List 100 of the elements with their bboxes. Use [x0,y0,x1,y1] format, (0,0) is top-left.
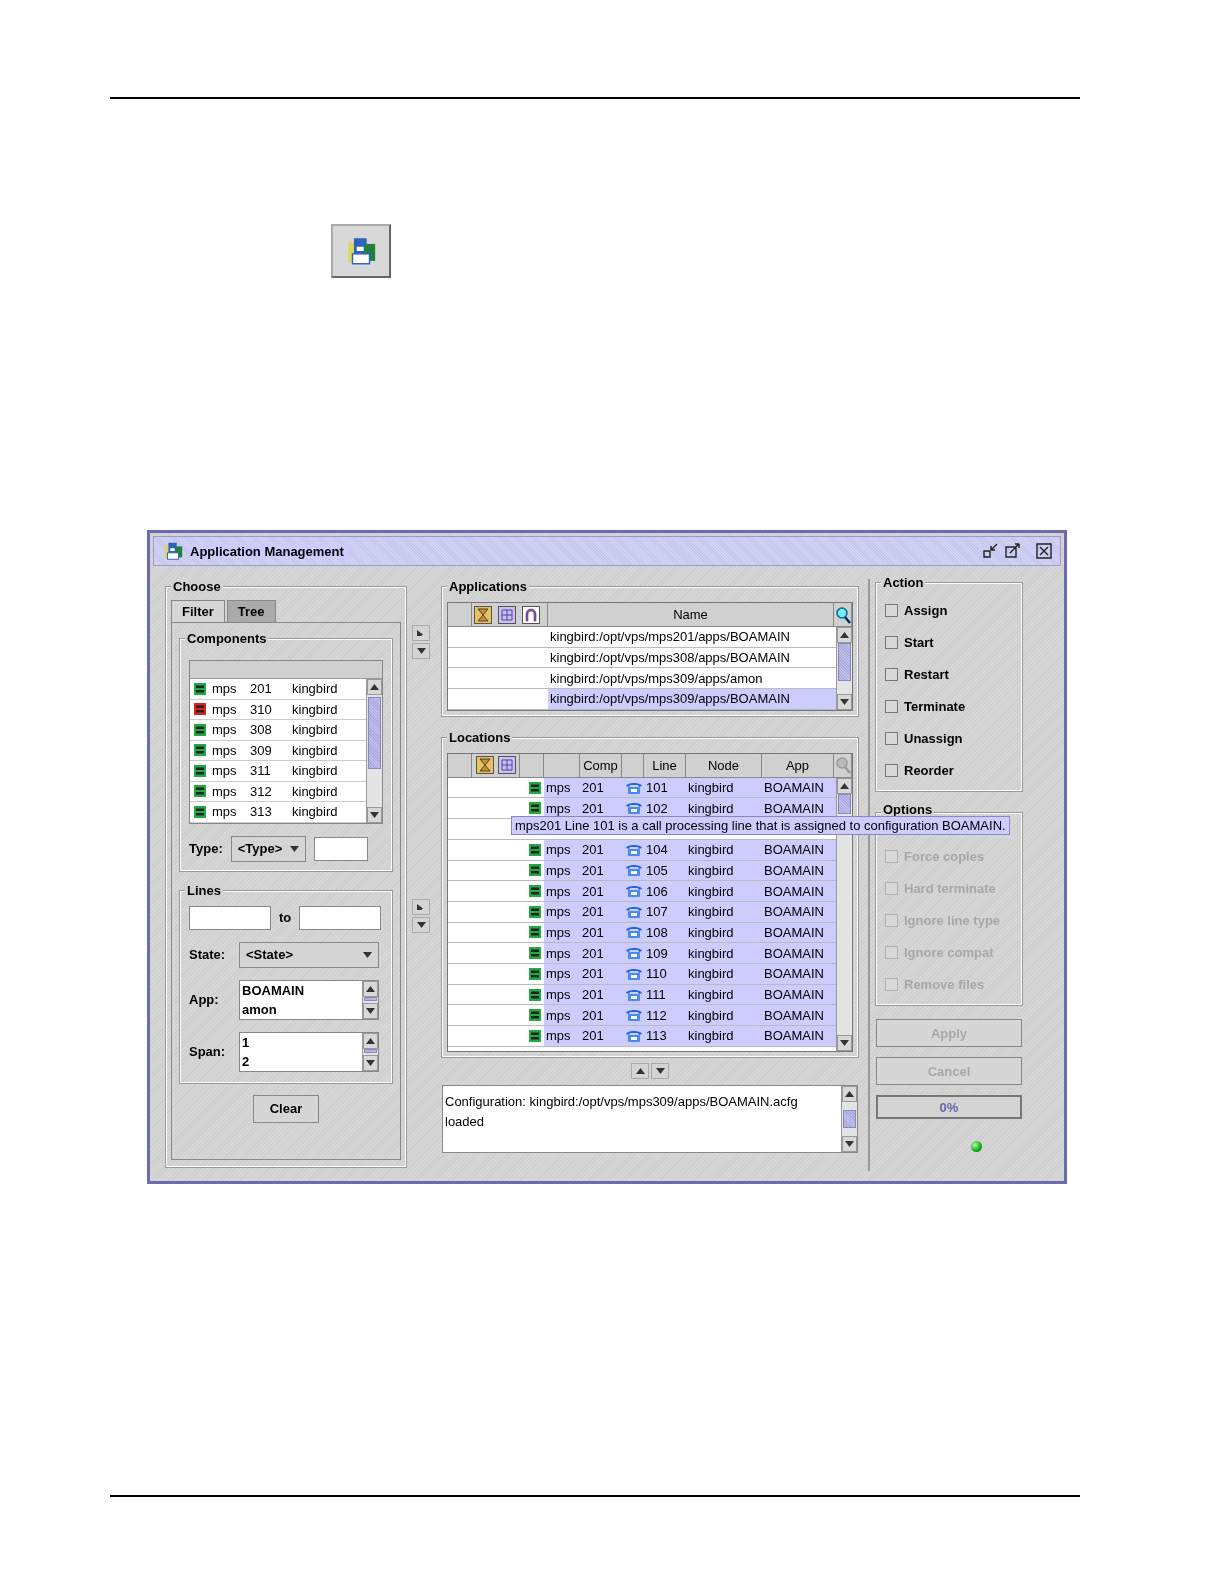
scroll-up-icon [840,782,849,789]
tab[interactable]: Tree [226,600,276,622]
hourglass-icon[interactable] [475,756,494,775]
component-number-text: 311 [250,763,272,779]
search-icon[interactable] [834,605,851,624]
state-dropdown[interactable]: <State> [239,941,379,968]
table-row[interactable]: mps 201 101 kingbird BOAMAIN [448,777,836,799]
grid-icon[interactable] [498,605,516,624]
server-icon [529,1009,541,1022]
server-icon [529,947,541,960]
scroll-up-icon [366,1037,375,1044]
arch-icon[interactable] [522,605,540,624]
list-item[interactable]: 1 [242,1032,362,1052]
table-row[interactable]: kingbird:/opt/vps/mps309/apps/BOAMAIN [448,689,836,710]
caret-icon [416,904,426,910]
table-row[interactable]: mps 201 108 kingbird BOAMAIN [448,922,836,944]
table-row[interactable]: mps 201 104 kingbird BOAMAIN [448,839,836,861]
expand-button[interactable] [412,625,430,641]
collapse-button[interactable] [412,917,430,933]
table-cell: BOAMAIN [762,943,836,963]
scrollbar[interactable] [836,627,852,710]
component-type-text: mps [212,804,238,820]
scrollbar[interactable] [841,1085,857,1152]
type-dropdown[interactable]: <Type> [230,835,307,862]
list-item[interactable]: 2 [242,1051,362,1071]
caret-icon [290,845,300,852]
scroll-thumb[interactable] [364,996,377,1001]
scroll-down-icon [845,1140,854,1147]
table-row[interactable]: kingbird:/opt/vps/mps201/apps/BOAMAIN [448,627,836,648]
component-number-text: 312 [250,783,273,799]
grid-icon[interactable] [497,756,516,775]
table-cell: kingbird [686,777,762,798]
table-cell: 108 [644,922,686,943]
table-cell: 109 [644,943,686,963]
table-row[interactable]: mps 201 112 kingbird BOAMAIN [448,1005,836,1027]
move-up-button[interactable] [631,1062,649,1079]
table-cell: kingbird [686,964,762,984]
table-cell: 110 [644,964,686,984]
table-cell: kingbird [686,839,762,860]
table-row[interactable]: mps 201 109 kingbird BOAMAIN [448,943,836,964]
list-item[interactable]: BOAMAIN [242,980,362,1000]
panel-title: Components [185,631,269,646]
table-cell: BOAMAIN [762,777,836,798]
table-cell: 104 [644,839,686,860]
span-list[interactable]: 1 2 [239,1031,379,1072]
checkbox[interactable]: Terminate [885,690,1013,722]
tab[interactable]: Filter [171,600,225,622]
field-label: App: [189,992,220,1007]
component-number-text: 310 [250,701,273,717]
expand-button[interactable] [412,899,430,915]
maximize-icon[interactable] [1004,543,1020,559]
scrollbar[interactable] [362,1032,378,1071]
components-list[interactable]: mps 201 kingbird mps 310 kingbird mps 308 kingbird mps 309 kingbird mps 311 kingbird mps 312 kingbird mps 313 kingbird [189,660,383,824]
checkbox[interactable]: Assign [885,594,1013,626]
scroll-thumb[interactable] [843,1109,856,1128]
component-type-text: mps [212,742,238,758]
column-header[interactable]: App [762,753,834,777]
table-row[interactable]: mps 201 106 kingbird BOAMAIN [448,881,836,902]
scroll-down-icon [366,1007,375,1014]
caret-icon [363,951,372,958]
table-cell: 101 [644,777,686,798]
phone-icon [625,946,643,961]
scrollbar[interactable] [366,679,382,823]
toolbar-button[interactable] [331,224,391,278]
scroll-thumb[interactable] [364,1048,377,1053]
table-cell: BOAMAIN [762,964,836,984]
input-field[interactable] [299,905,382,930]
close-icon[interactable] [1036,543,1052,559]
table-cell: BOAMAIN [762,984,836,1005]
panel-title: Choose [171,579,223,594]
table-row[interactable]: mps 201 111 kingbird BOAMAIN [448,984,836,1006]
field-label: Type: [189,841,223,856]
hourglass-icon[interactable] [474,605,492,624]
scroll-thumb[interactable] [838,643,851,681]
input-field[interactable] [189,905,271,930]
collapse-button[interactable] [412,643,430,659]
checkbox[interactable]: Restart [885,658,1013,690]
table-row[interactable]: mps 201 105 kingbird BOAMAIN [448,860,836,882]
checkbox[interactable]: Unassign [885,722,1013,754]
table-cell: 201 [580,881,622,901]
column-header[interactable]: Comp [580,753,622,777]
checkbox[interactable]: Reorder [885,754,1013,786]
app-list[interactable]: BOAMAIN amon [239,979,379,1020]
scroll-thumb[interactable] [368,697,381,769]
clear-button[interactable]: Clear [252,1094,320,1123]
table-row[interactable]: kingbird:/opt/vps/mps309/apps/amon [448,668,836,690]
table-row[interactable]: mps 201 107 kingbird BOAMAIN [448,901,836,923]
table-row[interactable]: mps 201 110 kingbird BOAMAIN [448,964,836,985]
column-header[interactable]: Line [644,753,686,777]
table-row[interactable]: mps 201 113 kingbird BOAMAIN [448,1026,836,1047]
column-header[interactable]: Node [686,753,762,777]
table-row[interactable]: kingbird:/opt/vps/mps308/apps/BOAMAIN [448,647,836,669]
minimize-icon[interactable] [982,543,998,559]
scrollbar[interactable] [362,980,378,1019]
move-down-button[interactable] [651,1062,669,1079]
table-cell: mps [544,901,580,922]
list-item[interactable]: amon [242,999,362,1019]
input-field[interactable] [314,836,369,861]
host-name-text: kingbird [292,701,338,717]
checkbox[interactable]: Start [885,626,1013,658]
